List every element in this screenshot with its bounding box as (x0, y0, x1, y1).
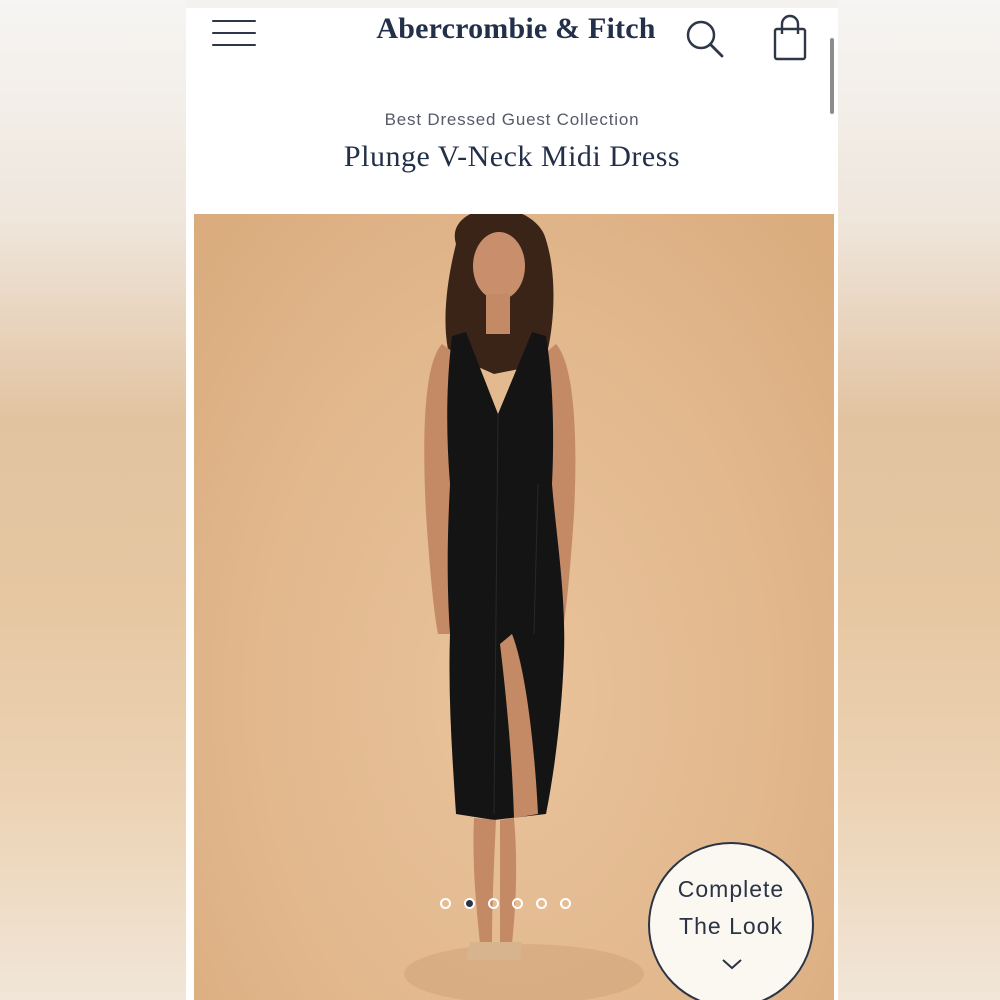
product-image[interactable]: Complete The Look (194, 214, 834, 1000)
blurred-background-left (0, 0, 186, 1000)
complete-the-look-button[interactable]: Complete The Look (648, 842, 814, 1000)
carousel-dot[interactable] (512, 898, 523, 909)
mobile-screen: Abercrombie & Fitch Best Dressed Guest C… (186, 8, 838, 1000)
chevron-down-icon (722, 959, 742, 970)
product-title: Plunge V-Neck Midi Dress (343, 140, 681, 173)
brand-logo[interactable]: Abercrombie & Fitch (376, 12, 656, 46)
site-header: Abercrombie & Fitch (186, 8, 838, 68)
carousel-dot[interactable] (488, 898, 499, 909)
blurred-background-right (838, 0, 1000, 1000)
complete-look-line1: Complete (677, 876, 785, 902)
search-icon[interactable] (684, 18, 726, 60)
hamburger-menu-icon[interactable] (212, 20, 256, 50)
shopping-bag-icon[interactable] (770, 14, 810, 62)
complete-look-line2: The Look (679, 913, 783, 939)
carousel-dot[interactable] (440, 898, 451, 909)
scrollbar[interactable] (830, 38, 834, 114)
collection-label[interactable]: Best Dressed Guest Collection (186, 110, 838, 130)
image-carousel-dots (440, 898, 571, 918)
carousel-dot[interactable] (560, 898, 571, 909)
carousel-dot-active[interactable] (464, 898, 475, 909)
carousel-dot[interactable] (536, 898, 547, 909)
